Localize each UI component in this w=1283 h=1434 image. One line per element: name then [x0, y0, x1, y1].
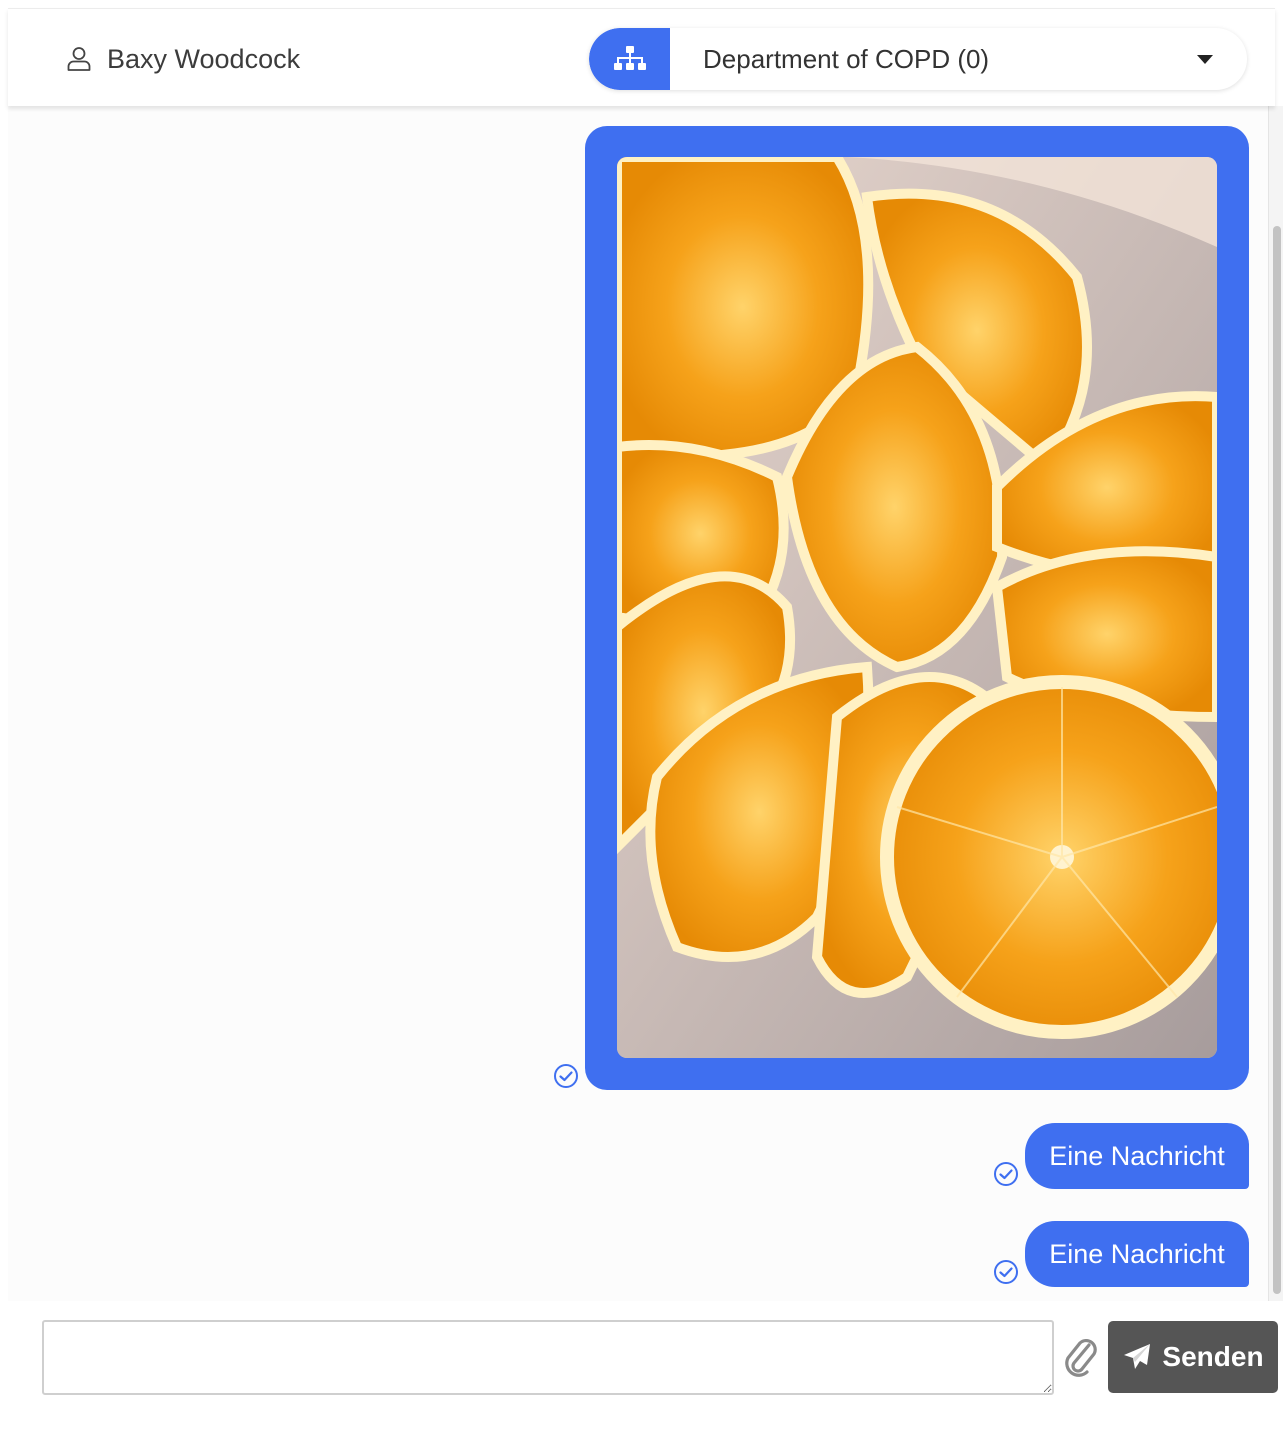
read-check-icon [994, 1162, 1018, 1186]
chat-header: Baxy Woodcock Department of COPD (0) [8, 8, 1275, 106]
orange-slices-photo[interactable] [617, 157, 1217, 1058]
department-label: Department of COPD (0) [703, 43, 990, 74]
org-chart-icon [589, 28, 670, 90]
scrollbar[interactable] [1268, 106, 1283, 1301]
chevron-down-icon[interactable] [1197, 54, 1213, 64]
send-label: Senden [1162, 1341, 1264, 1372]
read-check-icon [554, 1064, 578, 1088]
department-select[interactable]: Department of COPD (0) [589, 28, 1247, 90]
message-input[interactable] [42, 1320, 1054, 1395]
text-message-bubble[interactable]: Eine Nachricht [1025, 1123, 1249, 1189]
user-info: Baxy Woodcock [65, 43, 300, 75]
scrollbar-thumb[interactable] [1273, 226, 1281, 1294]
text-message-bubble[interactable]: Eine Nachricht [1025, 1221, 1249, 1287]
paper-plane-icon [1124, 1344, 1151, 1369]
paperclip-icon[interactable] [1060, 1335, 1100, 1379]
user-name: Baxy Woodcock [107, 43, 301, 74]
user-icon [67, 47, 91, 71]
read-check-icon [994, 1260, 1018, 1284]
image-message-bubble[interactable] [585, 126, 1249, 1090]
send-button[interactable]: Senden [1108, 1321, 1278, 1393]
